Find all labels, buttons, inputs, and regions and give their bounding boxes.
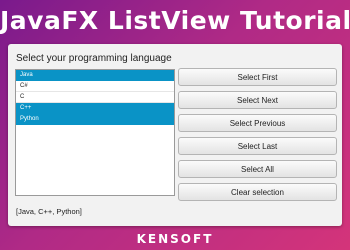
list-item-cpp[interactable]: C++	[16, 103, 174, 114]
list-item-c[interactable]: C	[16, 92, 174, 103]
select-first-button[interactable]: Select First	[178, 68, 337, 86]
select-last-button[interactable]: Select Last	[178, 137, 337, 155]
brand-logo: KENSOFT	[136, 232, 214, 246]
list-item-python[interactable]: Python	[16, 114, 174, 125]
list-item-java[interactable]: Java	[16, 70, 174, 81]
select-next-button[interactable]: Select Next	[178, 91, 337, 109]
selection-output-label: [Java, C++, Python]	[16, 207, 82, 216]
select-all-button[interactable]: Select All	[178, 160, 337, 178]
list-item-csharp[interactable]: C#	[16, 81, 174, 92]
banner-title: JavaFX ListView Tutorial	[0, 6, 350, 35]
button-column: Select First Select Next Select Previous…	[178, 68, 337, 206]
app-window: Select your programming language Java C#…	[8, 44, 342, 226]
language-list-view[interactable]: Java C# C C++ Python	[15, 69, 175, 196]
clear-selection-button[interactable]: Clear selection	[178, 183, 337, 201]
prompt-label: Select your programming language	[16, 53, 172, 64]
select-previous-button[interactable]: Select Previous	[178, 114, 337, 132]
